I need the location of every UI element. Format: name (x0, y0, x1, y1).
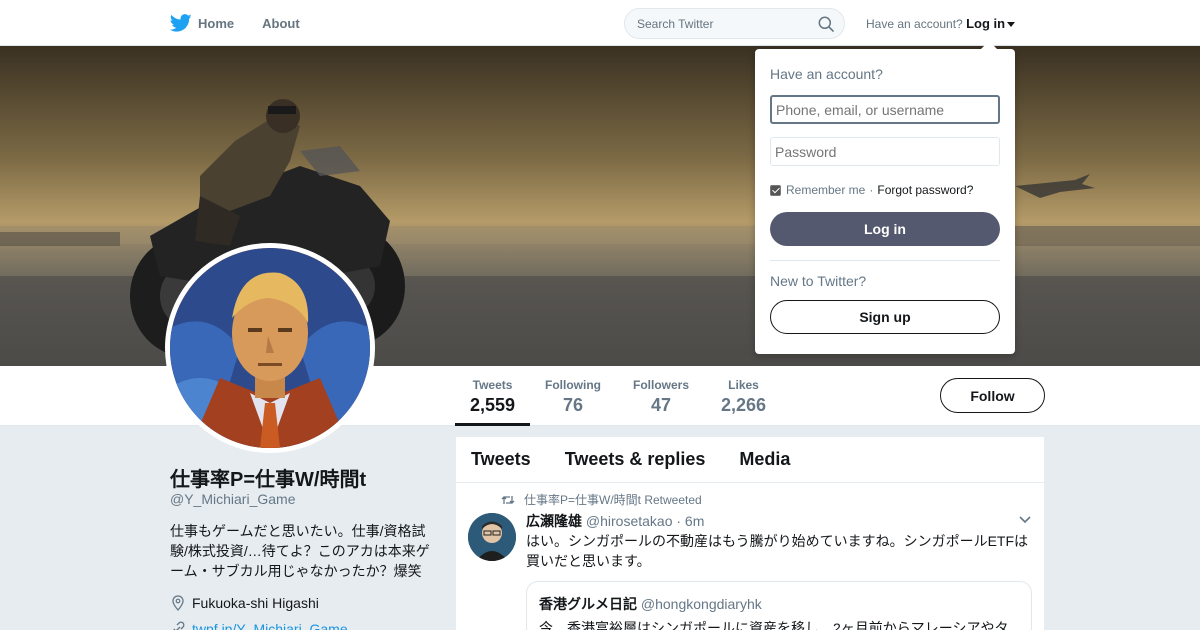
profile-name: 仕事率P=仕事W/時間t (170, 469, 367, 491)
top-navigation-bar: Home About Search Twitter Have an accoun… (0, 0, 1200, 46)
profile-avatar[interactable] (165, 243, 375, 453)
forgot-password-link[interactable]: Forgot password? (877, 183, 973, 197)
quoted-tweet[interactable]: 香港グルメ日記 @hongkongdiaryhk 今、香港富裕層はシンガポールに… (526, 581, 1032, 630)
tweet-author-avatar[interactable] (468, 513, 516, 561)
profile-bio: 仕事もゲームだと思いたい。仕事/資格試験/株式投資/…待てよ？このアカは本来ゲー… (170, 523, 430, 579)
stat-tweets[interactable]: Tweets 2,559 (454, 378, 531, 426)
stat-likes[interactable]: Likes 2,266 (721, 378, 766, 416)
location-pin-icon (172, 595, 184, 611)
tweet-time[interactable]: · 6m (676, 513, 704, 529)
avatar-image (170, 248, 370, 448)
remember-me-checkbox[interactable] (770, 184, 781, 196)
dropdown-title: Have an account? (770, 66, 883, 82)
stat-value: 47 (650, 395, 672, 415)
quoted-author-handle: @hongkongdiaryhk (640, 596, 762, 612)
remember-me-label[interactable]: Remember me (786, 183, 865, 197)
profile-handle: @Y_Michiari_Game (170, 491, 296, 507)
tab-tweets[interactable]: Tweets (471, 449, 531, 470)
caret-down-icon (1007, 22, 1016, 28)
search-placeholder: Search Twitter (637, 17, 714, 31)
timeline: Tweets Tweets & replies Media 仕事率P=仕事W/時… (456, 437, 1044, 630)
author-avatar-image (468, 513, 516, 561)
stat-value: 2,266 (721, 395, 767, 415)
quoted-author-name: 香港グルメ日記 (539, 596, 637, 612)
divider (770, 260, 1000, 261)
stat-value: 2,559 (470, 395, 516, 415)
retweet-text: 仕事率P=仕事W/時間t Retweeted (524, 493, 702, 507)
remember-row: Remember me · Forgot password? (770, 183, 973, 197)
signup-button[interactable]: Sign up (770, 300, 1000, 334)
home-link[interactable]: Home (198, 16, 234, 31)
stat-followers[interactable]: Followers 47 (633, 378, 689, 416)
url-text[interactable]: twpf.jp/Y_Michiari_Game (192, 621, 348, 630)
follow-button[interactable]: Follow (940, 378, 1045, 413)
login-dropdown: Have an account? Remember me · Forgot pa… (755, 41, 1015, 354)
stat-following[interactable]: Following 76 (545, 378, 601, 416)
search-input[interactable]: Search Twitter (624, 8, 845, 39)
about-link[interactable]: About (262, 16, 300, 31)
quoted-tweet-text: 今、香港富裕層はシンガポールに資産を移し、2ヶ月前からマレーシアやタ (539, 620, 1009, 630)
stat-label: Following (545, 378, 601, 392)
password-input[interactable] (770, 137, 1000, 166)
login-toggle-label[interactable]: Log in (966, 16, 1005, 31)
account-prompt: Have an account? (866, 17, 963, 31)
retweet-context: 仕事率P=仕事W/時間t Retweeted (501, 491, 702, 508)
tweet-header: 広瀬隆雄 @hirosetakao · 6m (526, 511, 704, 531)
link-icon (173, 621, 185, 630)
stat-label: Likes (728, 378, 759, 392)
twitter-bird-icon[interactable] (170, 12, 192, 34)
retweet-icon (501, 495, 515, 504)
tweet-text: はい。シンガポールの不動産はもう騰がり始めていますね。シンガポールETFは買いだ… (526, 533, 1029, 569)
timeline-tabs: Tweets Tweets & replies Media (456, 437, 1044, 483)
tab-media[interactable]: Media (739, 449, 790, 470)
separator-dot: · (869, 183, 874, 197)
tweet-author-handle[interactable]: @hirosetakao (586, 513, 673, 529)
profile-url[interactable]: twpf.jp/Y_Michiari_Game (170, 621, 348, 630)
stat-label: Followers (633, 378, 690, 392)
quoted-tweet-header: 香港グルメ日記 @hongkongdiaryhk (539, 594, 1019, 614)
location-text: Fukuoka-shi Higashi (192, 595, 319, 611)
username-input[interactable] (770, 95, 1000, 124)
stat-label: Tweets (472, 378, 513, 392)
profile-location: Fukuoka-shi Higashi (170, 595, 319, 611)
tab-tweets-and-replies[interactable]: Tweets & replies (565, 449, 706, 470)
account-login-toggle[interactable]: Have an account? Log in (866, 16, 1016, 31)
stat-value: 76 (562, 395, 584, 415)
nav-left: Home About (170, 0, 328, 46)
new-to-twitter-prompt: New to Twitter? (770, 273, 867, 289)
search-icon[interactable] (818, 16, 834, 32)
tweet-author-name[interactable]: 広瀬隆雄 (526, 513, 582, 529)
chevron-down-icon[interactable] (1018, 515, 1032, 525)
login-button[interactable]: Log in (770, 212, 1000, 246)
